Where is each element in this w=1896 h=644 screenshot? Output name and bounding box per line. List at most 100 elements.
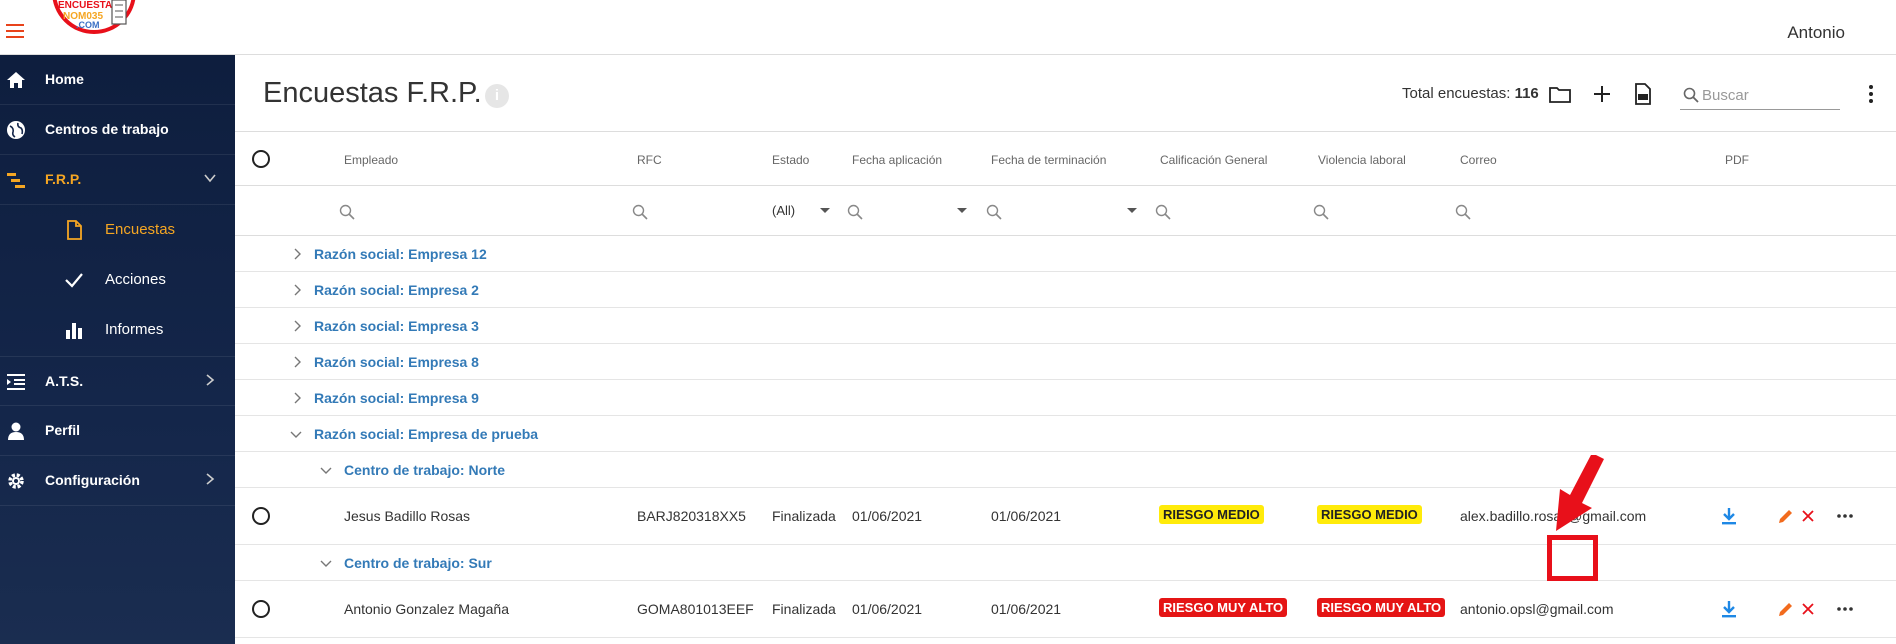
group-label: Razón social: Empresa de prueba [314,426,539,442]
group-label: Razón social: Empresa 3 [314,318,479,334]
chevron-right-icon [206,374,215,386]
download-icon[interactable] [1719,599,1739,619]
sidebar-subitem-label: Encuestas [105,221,176,238]
more-horizontal-icon[interactable] [1835,506,1855,526]
search-icon[interactable] [339,204,355,220]
subgroup-row[interactable]: Centro de trabajo: Sur [235,545,1896,581]
table-row[interactable]: Antonio Gonzalez Magaña GOMA801013EEF Fi… [235,581,1896,638]
delete-icon[interactable] [1798,599,1818,619]
group-row[interactable]: Razón social: Empresa 3 [235,308,1896,344]
select-all-radio[interactable] [252,150,270,168]
search-icon[interactable] [1313,204,1329,220]
estado-filter-value[interactable]: (All) [772,203,795,218]
chevron-right-icon[interactable] [291,248,303,260]
group-row[interactable]: Razón social: Empresa 12 [235,236,1896,272]
sidebar-item-informes[interactable]: Informes [0,305,235,355]
chevron-down-icon[interactable] [320,464,332,476]
delete-icon[interactable] [1798,506,1818,526]
row-select-radio[interactable] [252,507,270,525]
sidebar-item-home[interactable]: Home [0,55,235,105]
sidebar-item-configuracion[interactable]: Configuración [0,456,235,506]
search-icon[interactable] [632,204,648,220]
status-badge: RIESGO MUY ALTO [1159,598,1288,617]
chevron-down-icon[interactable] [320,557,332,569]
col-rfc[interactable]: RFC [637,153,662,167]
grid-header: Empleado RFC Estado Fecha aplicación Fec… [235,131,1896,186]
col-violencia[interactable]: Violencia laboral [1318,153,1406,167]
search-field[interactable] [1680,80,1840,110]
col-estado[interactable]: Estado [772,153,809,167]
sidebar-item-label: Configuración [45,472,140,488]
export-pdf-icon[interactable] [1630,81,1656,107]
row-select-radio[interactable] [252,600,270,618]
annotation-highlight-box [1547,535,1598,581]
edit-icon[interactable] [1776,506,1796,526]
user-name[interactable]: Antonio [1787,23,1845,43]
cell-estado: Finalizada [772,601,836,617]
sidebar-item-frp[interactable]: F.R.P. [0,155,235,205]
sidebar-item-perfil[interactable]: Perfil [0,406,235,456]
search-icon[interactable] [847,204,863,220]
sidebar-item-ats[interactable]: A.T.S. [0,356,235,406]
home-icon [7,72,25,88]
download-icon[interactable] [1719,506,1739,526]
logo-text-top: ENCUESTA [58,0,112,11]
sidebar-item-label: F.R.P. [45,171,82,187]
main-content: Encuestas F.R.P. i Total encuestas: 116 … [235,55,1896,644]
col-correo[interactable]: Correo [1460,153,1497,167]
chevron-down-icon[interactable] [290,428,302,440]
sidebar-item-encuestas[interactable]: Encuestas [0,205,235,255]
chevron-right-icon [206,473,215,485]
sidebar-item-acciones[interactable]: Acciones [0,255,235,305]
group-label: Razón social: Empresa 8 [314,354,479,370]
page-title: Encuestas F.R.P. [263,77,482,109]
col-fecha-aplicacion[interactable]: Fecha aplicación [852,153,942,167]
sidebar-item-label: Perfil [45,422,81,438]
cell-fecha-terminacion: 01/06/2021 [991,508,1062,524]
add-icon[interactable] [1589,81,1615,107]
cell-rfc: GOMA801013EEF [637,601,754,617]
more-vertical-icon[interactable] [1866,84,1876,104]
sidebar-item-label: Home [45,71,84,87]
table-row[interactable]: Jesus Badillo Rosas BARJ820318XX5 Finali… [235,488,1896,545]
logo-text-bot: .COM [76,20,100,30]
cell-empleado: Jesus Badillo Rosas [344,508,471,524]
cell-fecha-aplicacion: 01/06/2021 [852,508,923,524]
info-icon[interactable]: i [485,84,509,108]
group-row[interactable]: Razón social: Empresa 9 [235,380,1896,416]
group-row[interactable]: Razón social: Empresa 8 [235,344,1896,380]
dropdown-caret-icon[interactable] [1127,208,1137,213]
chevron-right-icon[interactable] [291,284,303,296]
search-input[interactable] [1702,85,1837,105]
chevron-right-icon[interactable] [291,320,303,332]
col-calificacion[interactable]: Calificación General [1160,153,1267,167]
search-icon[interactable] [1155,204,1171,220]
list-icon [7,374,25,390]
group-row[interactable]: Razón social: Empresa de prueba [235,416,1896,452]
search-icon[interactable] [1455,204,1471,220]
dropdown-caret-icon[interactable] [820,208,830,213]
chevron-down-icon [204,174,216,183]
subgroup-row[interactable]: Centro de trabajo: Norte [235,452,1896,488]
group-row[interactable]: Razón social: Empresa 2 [235,272,1896,308]
subgroup-label: Centro de trabajo: Sur [344,555,492,571]
search-icon[interactable] [986,204,1002,220]
total-value: 116 [1514,85,1539,102]
more-horizontal-icon[interactable] [1835,599,1855,619]
chevron-right-icon[interactable] [291,356,303,368]
col-fecha-terminacion[interactable]: Fecha de terminación [991,153,1106,167]
sidebar-subitem-label: Informes [105,321,164,338]
cell-fecha-aplicacion: 01/06/2021 [852,601,923,617]
document-icon [67,220,82,240]
dropdown-caret-icon[interactable] [957,208,967,213]
total-encuestas: Total encuestas: 116 [1402,85,1539,102]
folder-icon[interactable] [1547,81,1573,107]
menu-icon[interactable] [6,24,24,38]
chevron-right-icon[interactable] [291,392,303,404]
col-pdf[interactable]: PDF [1725,153,1749,167]
cell-correo: antonio.opsl@gmail.com [1460,601,1614,617]
sidebar-item-centros[interactable]: Centros de trabajo [0,105,235,155]
frp-icon [7,173,25,188]
col-empleado[interactable]: Empleado [344,153,398,167]
edit-icon[interactable] [1776,599,1796,619]
